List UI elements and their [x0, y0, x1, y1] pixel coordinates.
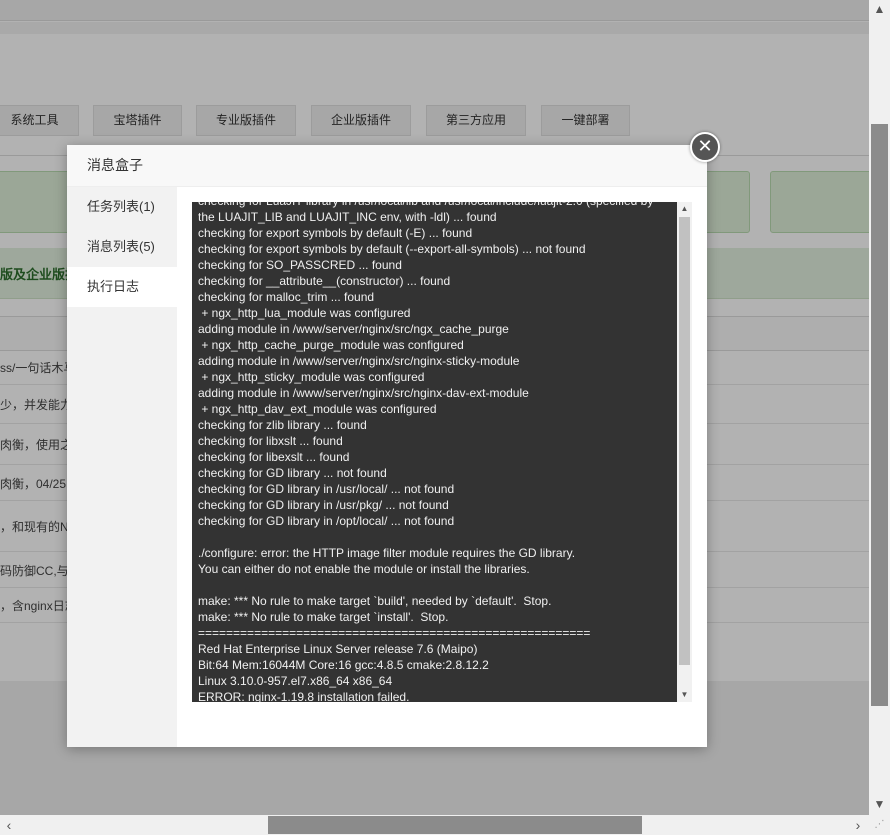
scroll-down-icon[interactable]: ▼ — [677, 688, 692, 702]
scroll-up-icon[interactable]: ▲ — [869, 0, 890, 18]
log-output: checking for LuaJIT library in /usr/loca… — [198, 202, 653, 702]
resize-grip-icon: ⋰ — [869, 815, 890, 835]
log-scrollbar[interactable]: ▲ ▼ — [677, 202, 692, 702]
tab-task-list[interactable]: 任务列表(1) — [67, 187, 177, 227]
modal-title: 消息盒子 — [67, 145, 707, 187]
scroll-up-icon[interactable]: ▲ — [677, 202, 692, 216]
execution-log-panel[interactable]: checking for LuaJIT library in /usr/loca… — [192, 202, 692, 702]
scroll-down-icon[interactable]: ▼ — [869, 795, 890, 813]
scrollbar-thumb[interactable] — [871, 124, 888, 706]
tab-message-list[interactable]: 消息列表(5) — [67, 227, 177, 267]
scroll-left-icon[interactable]: ‹ — [0, 815, 18, 835]
tab-execution-log[interactable]: 执行日志 — [67, 267, 177, 307]
vertical-scrollbar[interactable]: ▲ ▼ — [869, 0, 890, 815]
log-scrollbar-thumb[interactable] — [679, 217, 690, 665]
close-icon[interactable]: ✕ — [690, 132, 720, 162]
modal-sidebar: 任务列表(1) 消息列表(5) 执行日志 — [67, 187, 177, 747]
horizontal-scrollbar[interactable]: ‹ › — [0, 815, 869, 835]
message-box-modal: 消息盒子 ✕ 任务列表(1) 消息列表(5) 执行日志 checking for… — [67, 132, 720, 747]
scrollbar-thumb[interactable] — [268, 816, 642, 834]
scroll-right-icon[interactable]: › — [849, 815, 867, 835]
